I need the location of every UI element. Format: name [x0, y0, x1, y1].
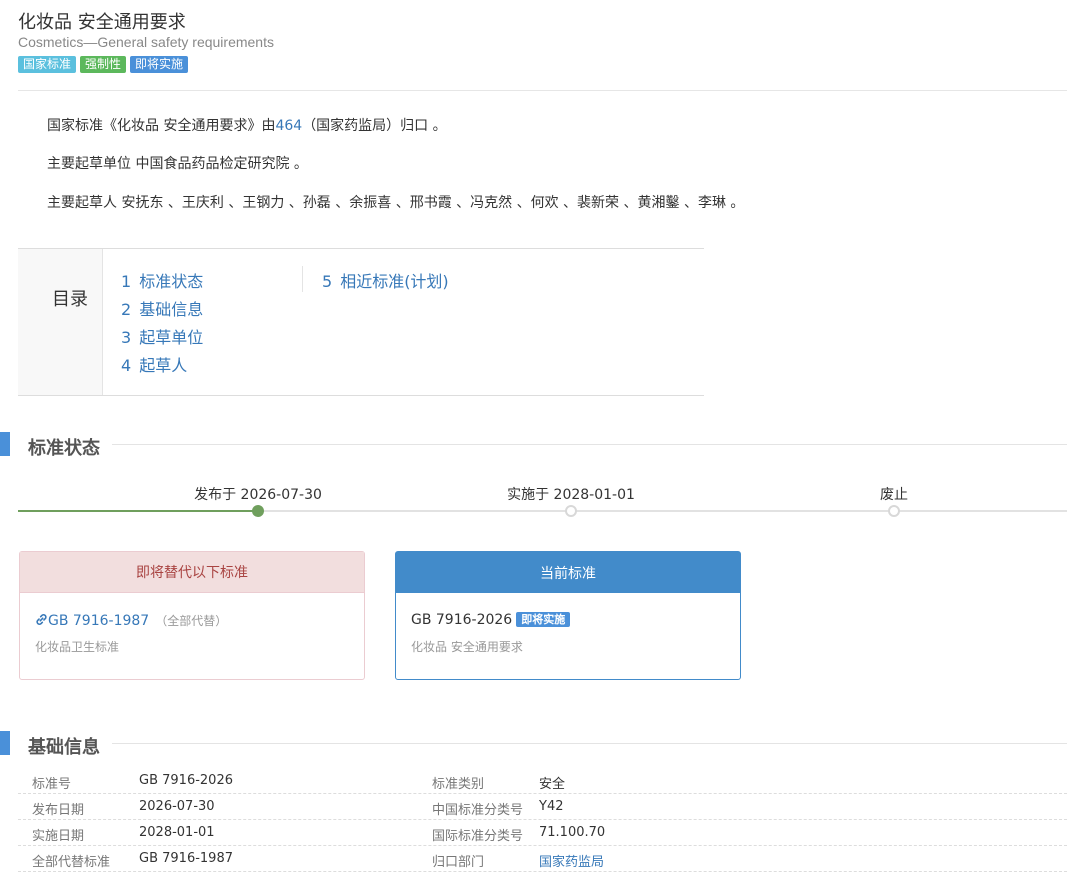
- section-marker: [0, 731, 10, 755]
- info-key: 国际标准分类号: [432, 829, 524, 844]
- link-icon: [35, 613, 48, 629]
- section-divider: [112, 743, 1067, 744]
- info-value: Y42: [539, 799, 564, 814]
- toc-item-status[interactable]: 1 标准状态: [121, 268, 203, 292]
- description-line-3: 主要起草人 安抚东 、王庆利 、王钢力 、孙磊 、余振喜 、邢书霞 、冯克然 、…: [47, 195, 745, 211]
- timeline-label-abolished: 废止: [880, 487, 908, 503]
- toc-item-number: 3: [121, 328, 132, 347]
- toc-column-divider: [302, 266, 303, 292]
- info-row: 实施日期 2028-01-01 国际标准分类号 71.100.70: [18, 820, 1067, 846]
- card-header: 即将替代以下标准: [20, 552, 364, 593]
- description-line-1: 国家标准《化妆品 安全通用要求》由464（国家药监局）归口 。: [47, 115, 447, 135]
- toc-item-number: 5: [322, 272, 333, 291]
- toc-item-drafters[interactable]: 4 起草人: [121, 352, 187, 376]
- toc-item-label: 标准状态: [139, 272, 204, 291]
- info-key: 归口部门: [432, 855, 485, 870]
- info-value: 2028-01-01: [139, 825, 215, 840]
- current-standard-card: 当前标准 GB 7916-2026 即将实施 化妆品 安全通用要求: [395, 551, 741, 680]
- description-text: （国家药监局）归口 。: [302, 118, 447, 134]
- replaced-standard-link[interactable]: GB 7916-1987: [48, 613, 149, 629]
- info-value: 安全: [539, 777, 566, 792]
- info-value: GB 7916-2026: [139, 773, 233, 788]
- info-key: 全部代替标准: [32, 855, 111, 870]
- info-value: 2026-07-30: [139, 799, 215, 814]
- table-of-contents: 目录 1 标准状态 2 基础信息 3 起草单位 4 起草人 5 相近标准(计划): [18, 248, 704, 396]
- info-key: 实施日期: [32, 829, 85, 844]
- timeline-dot-effective: [565, 505, 577, 517]
- toc-item-label: 基础信息: [139, 300, 204, 319]
- page-title: 化妆品 安全通用要求: [18, 12, 186, 33]
- replacement-note: （全部代替）: [155, 614, 228, 628]
- info-row: 标准号 GB 7916-2026 标准类别 安全: [18, 768, 1067, 794]
- timeline-label-effective: 实施于 2028-01-01: [507, 487, 635, 503]
- timeline-dot-abolished: [888, 505, 900, 517]
- timeline-progress: [18, 510, 258, 512]
- timeline-label-published: 发布于 2026-07-30: [194, 487, 322, 503]
- section-title-basic-info: 基础信息: [28, 737, 100, 758]
- divider: [18, 90, 1067, 91]
- description-text: 国家标准《化妆品 安全通用要求》由: [47, 118, 276, 134]
- info-key: 发布日期: [32, 803, 85, 818]
- description-line-2: 主要起草单位 中国食品药品检定研究院 。: [47, 156, 308, 172]
- toc-item-label: 起草人: [139, 356, 188, 375]
- card-header: 当前标准: [396, 552, 740, 593]
- info-value: GB 7916-1987: [139, 851, 233, 866]
- badge-mandatory: 强制性: [80, 56, 127, 73]
- toc-item-number: 2: [121, 300, 132, 319]
- section-marker: [0, 432, 10, 456]
- department-link[interactable]: 国家药监局: [539, 851, 604, 870]
- badge-national-standard: 国家标准: [18, 56, 77, 73]
- info-row: 发布日期 2026-07-30 中国标准分类号 Y42: [18, 794, 1067, 820]
- badge-upcoming: 即将实施: [130, 56, 189, 73]
- toc-item-label: 相近标准(计划): [340, 272, 449, 291]
- toc-item-related-standards[interactable]: 5 相近标准(计划): [322, 268, 449, 292]
- toc-sidebar: 目录: [18, 249, 103, 395]
- toc-item-drafting-units[interactable]: 3 起草单位: [121, 324, 203, 348]
- badge-group: 国家标准 强制性 即将实施: [18, 56, 189, 73]
- toc-title: 目录: [52, 289, 88, 310]
- replaced-standard-row: GB 7916-1987 （全部代替）: [35, 612, 227, 629]
- page-subtitle: Cosmetics—General safety requirements: [18, 34, 274, 50]
- section-title-status: 标准状态: [28, 438, 100, 459]
- current-standard-row: GB 7916-2026 即将实施: [411, 612, 571, 628]
- current-standard-code: GB 7916-2026: [411, 612, 513, 628]
- toc-item-number: 4: [121, 356, 132, 375]
- toc-item-basic-info[interactable]: 2 基础信息: [121, 296, 203, 320]
- tc-link[interactable]: 464: [275, 118, 302, 134]
- current-standard-name: 化妆品 安全通用要求: [411, 640, 523, 654]
- replaced-standards-card: 即将替代以下标准 GB 7916-1987 （全部代替） 化妆品卫生标准: [19, 551, 365, 680]
- info-key: 标准号: [32, 777, 72, 792]
- toc-item-label: 起草单位: [139, 328, 204, 347]
- timeline-dot-published: [252, 505, 264, 517]
- toc-item-number: 1: [121, 272, 132, 291]
- info-row: 全部代替标准 GB 7916-1987 归口部门 国家药监局: [18, 846, 1067, 872]
- section-divider: [112, 444, 1067, 445]
- info-key: 标准类别: [432, 777, 485, 792]
- status-badge: 即将实施: [516, 612, 571, 627]
- replaced-standard-name: 化妆品卫生标准: [35, 640, 120, 654]
- info-key: 中国标准分类号: [432, 803, 524, 818]
- info-value: 71.100.70: [539, 825, 606, 840]
